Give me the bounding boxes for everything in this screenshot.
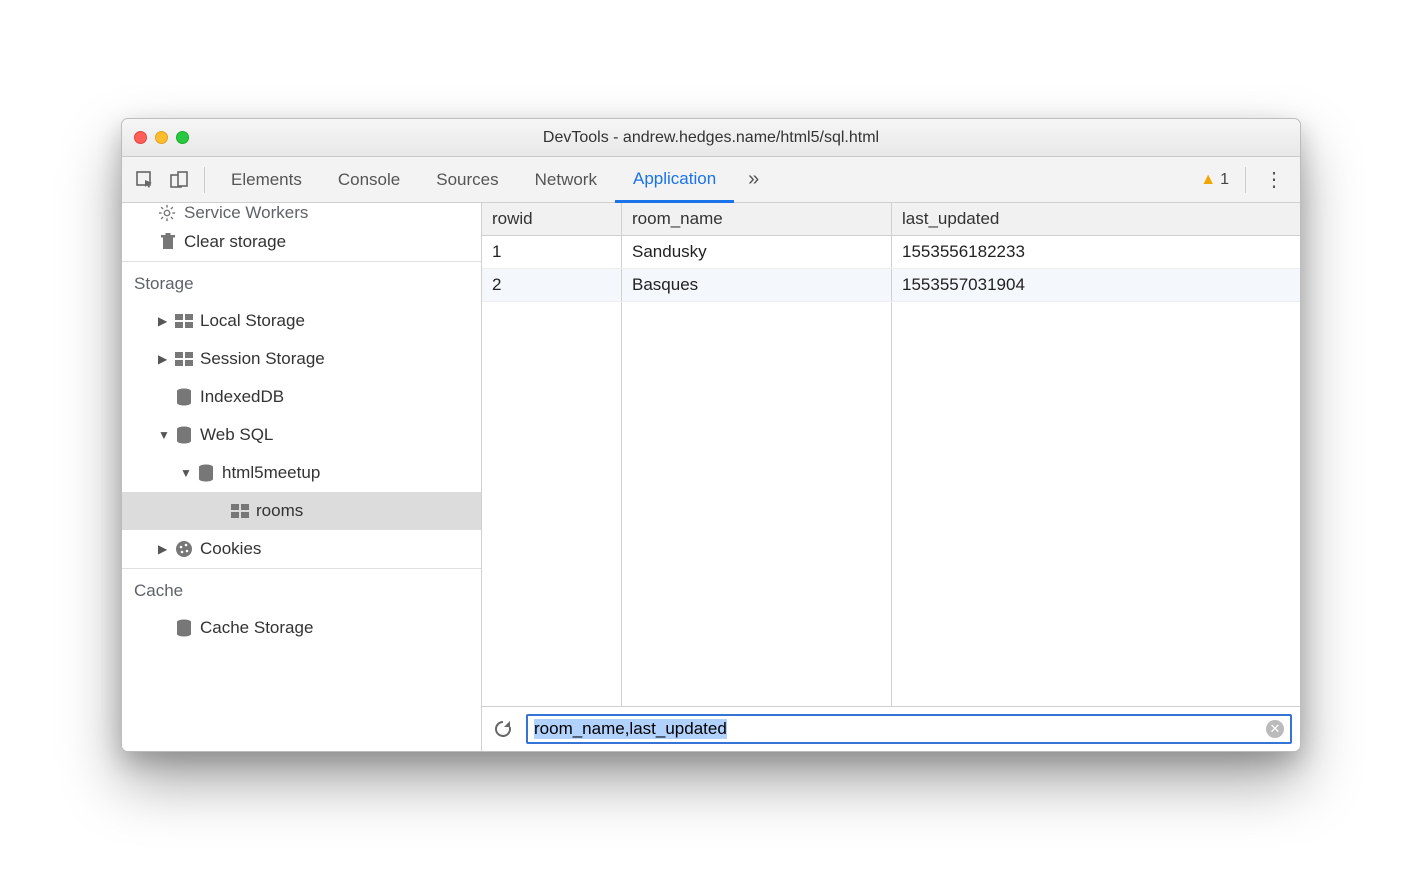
gear-icon (158, 204, 176, 222)
main-panel: rowid room_name last_updated 1 Sandusky … (482, 203, 1300, 751)
device-toolbar-icon[interactable] (162, 163, 196, 197)
window-title: DevTools - andrew.hedges.name/html5/sql.… (122, 129, 1300, 147)
table-empty-area (482, 302, 1300, 706)
sidebar-item-local-storage[interactable]: ▶ Local Storage (122, 302, 481, 340)
sidebar-item-label: Local Storage (200, 311, 305, 331)
table-icon (230, 504, 250, 518)
sidebar-item-label: Session Storage (200, 349, 325, 369)
chevron-right-icon: ▶ (158, 542, 168, 556)
divider (1245, 167, 1246, 193)
content-area: Service Workers Clear storage Storage ▶ … (122, 203, 1300, 751)
warning-count-value: 1 (1220, 171, 1229, 189)
database-icon (196, 464, 216, 482)
application-sidebar: Service Workers Clear storage Storage ▶ … (122, 203, 482, 751)
warning-count[interactable]: ▲ 1 (1200, 171, 1229, 189)
devtools-tabbar: Elements Console Sources Network Applica… (122, 157, 1300, 203)
divider (204, 167, 205, 193)
database-icon (174, 426, 194, 444)
sidebar-item-label: Cookies (200, 539, 261, 559)
sidebar-section-cache: Cache (122, 568, 481, 609)
sidebar-item-label: html5meetup (222, 463, 320, 483)
refresh-icon[interactable] (490, 719, 516, 739)
sidebar-item-clear-storage[interactable]: Clear storage (122, 223, 481, 261)
database-icon (174, 619, 194, 637)
sidebar-item-session-storage[interactable]: ▶ Session Storage (122, 340, 481, 378)
cookie-icon (174, 540, 194, 558)
sidebar-item-truncated[interactable]: Service Workers (122, 203, 481, 223)
query-bar: room_name,last_updated ✕ (482, 707, 1300, 751)
window-controls (134, 131, 189, 144)
inspect-element-icon[interactable] (128, 163, 162, 197)
warning-icon: ▲ (1200, 171, 1216, 189)
cell: 1 (482, 236, 622, 268)
tab-application[interactable]: Application (615, 158, 734, 203)
sidebar-item-label: Cache Storage (200, 618, 313, 638)
sql-query-input[interactable]: room_name,last_updated ✕ (526, 714, 1292, 744)
database-icon (174, 388, 194, 406)
sidebar-item-label: IndexedDB (200, 387, 284, 407)
minimize-window-button[interactable] (155, 131, 168, 144)
sidebar-item-websql-database[interactable]: ▼ html5meetup (122, 454, 481, 492)
tab-network[interactable]: Network (517, 157, 615, 202)
sidebar-item-label: Clear storage (184, 232, 286, 252)
chevron-down-icon: ▼ (158, 428, 168, 442)
tab-elements[interactable]: Elements (213, 157, 320, 202)
tab-console[interactable]: Console (320, 157, 418, 202)
trash-icon (158, 233, 178, 251)
cell: 1553556182233 (892, 236, 1300, 268)
sidebar-section-storage: Storage (122, 261, 481, 302)
column-header[interactable]: rowid (482, 203, 622, 235)
chevron-down-icon: ▼ (180, 466, 190, 480)
sidebar-item-indexeddb[interactable]: IndexedDB (122, 378, 481, 416)
column-header[interactable]: room_name (622, 203, 892, 235)
sql-query-text: room_name,last_updated (534, 719, 727, 739)
titlebar: DevTools - andrew.hedges.name/html5/sql.… (122, 119, 1300, 157)
sidebar-item-cache-storage[interactable]: Cache Storage (122, 609, 481, 647)
cell: 2 (482, 269, 622, 301)
sidebar-item-label: rooms (256, 501, 303, 521)
column-header[interactable]: last_updated (892, 203, 1300, 235)
table-body: 1 Sandusky 1553556182233 2 Basques 15535… (482, 236, 1300, 302)
table-row[interactable]: 1 Sandusky 1553556182233 (482, 236, 1300, 269)
cell: 1553557031904 (892, 269, 1300, 301)
close-window-button[interactable] (134, 131, 147, 144)
cell: Basques (622, 269, 892, 301)
chevron-right-icon: ▶ (158, 352, 168, 366)
sidebar-item-label: Web SQL (200, 425, 273, 445)
table-header-row: rowid room_name last_updated (482, 203, 1300, 236)
zoom-window-button[interactable] (176, 131, 189, 144)
sidebar-item-label: Service Workers (184, 203, 308, 223)
tabs-overflow-icon[interactable]: » (734, 157, 773, 202)
chevron-right-icon: ▶ (158, 314, 168, 328)
table-icon (174, 352, 194, 366)
tab-sources[interactable]: Sources (418, 157, 516, 202)
cell: Sandusky (622, 236, 892, 268)
sidebar-item-websql[interactable]: ▼ Web SQL (122, 416, 481, 454)
sidebar-item-cookies[interactable]: ▶ Cookies (122, 530, 481, 568)
sidebar-item-websql-table[interactable]: rooms (122, 492, 481, 530)
devtools-window: DevTools - andrew.hedges.name/html5/sql.… (121, 118, 1301, 752)
settings-menu-icon[interactable]: ⋮ (1254, 167, 1294, 192)
table-icon (174, 314, 194, 328)
data-table: rowid room_name last_updated 1 Sandusky … (482, 203, 1300, 707)
table-row[interactable]: 2 Basques 1553557031904 (482, 269, 1300, 302)
clear-input-icon[interactable]: ✕ (1266, 720, 1284, 738)
